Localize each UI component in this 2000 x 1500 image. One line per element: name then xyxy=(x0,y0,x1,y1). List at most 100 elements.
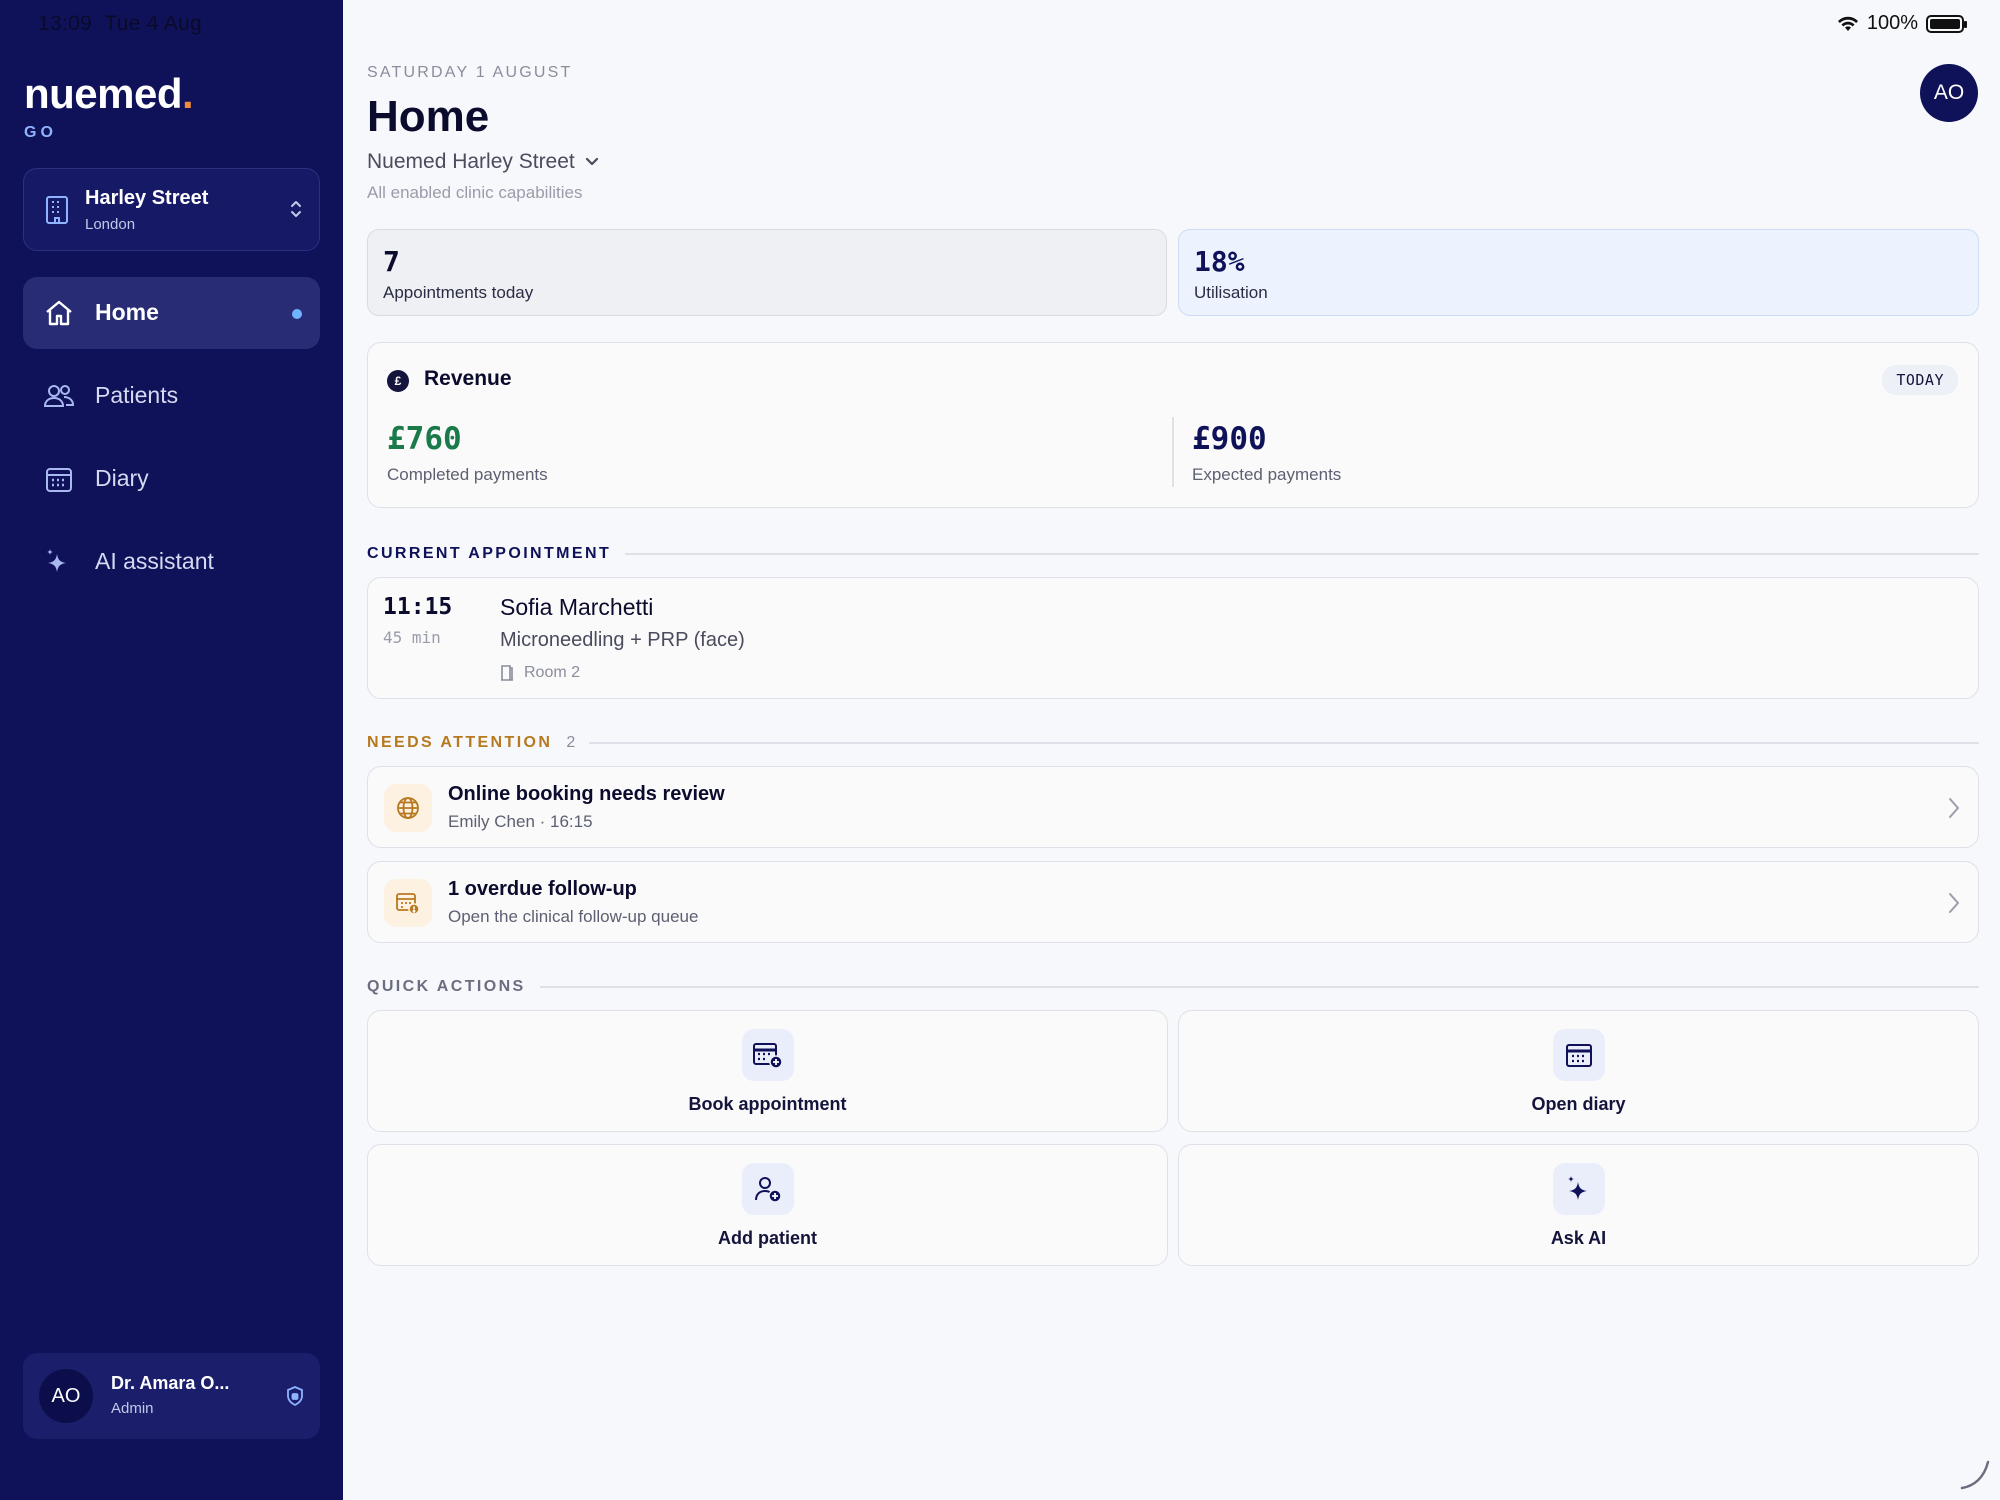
ask-ai-button[interactable]: Ask AI xyxy=(1178,1144,1979,1266)
user-name: Dr. Amara O... xyxy=(111,1373,230,1393)
attention-icon-box xyxy=(384,784,432,832)
stat-label: Appointments today xyxy=(383,283,534,302)
sidebar-item-label: Home xyxy=(95,299,159,325)
patient-name: Sofia Marchetti xyxy=(500,594,654,620)
section-current-appointment: CURRENT APPOINTMENT xyxy=(367,545,1979,563)
action-label: Open diary xyxy=(1531,1094,1626,1114)
completed-amount: £760 xyxy=(387,421,462,457)
sidebar-item-diary[interactable]: Diary xyxy=(23,443,320,515)
appointment-duration: 45 min xyxy=(383,628,441,647)
status-time: 13:09 Tue 4 Aug xyxy=(38,12,202,36)
stat-value: 18% xyxy=(1194,245,1245,278)
calendar-icon xyxy=(1565,1044,1592,1067)
chevron-down-icon xyxy=(585,157,598,166)
battery-percent: 100% xyxy=(1866,12,1918,34)
wifi-icon xyxy=(1837,16,1858,31)
expected-amount: £900 xyxy=(1192,421,1267,457)
globe-icon xyxy=(397,797,419,819)
status-date: Tue 4 Aug xyxy=(104,12,203,35)
treatment-name: Microneedling + PRP (face) xyxy=(500,629,745,651)
period-badge: TODAY xyxy=(1882,365,1958,395)
section-title: CURRENT APPOINTMENT xyxy=(367,545,612,562)
attention-subtitle: Open the clinical follow-up queue xyxy=(448,907,699,926)
calendar-plus-icon xyxy=(752,1043,783,1069)
page-title: Home xyxy=(367,92,490,141)
open-diary-button[interactable]: Open diary xyxy=(1178,1010,1979,1132)
attention-icon-box xyxy=(384,879,432,927)
clinic-name: Harley Street xyxy=(85,187,209,209)
action-label: Ask AI xyxy=(1550,1228,1607,1248)
status-bar-right: 100% xyxy=(1837,12,1967,35)
divider xyxy=(625,553,1979,555)
divider xyxy=(539,986,1979,988)
main-content: 100% SATURDAY 1 AUGUST Home Nuemed Harle… xyxy=(343,0,2000,1500)
current-appointment-card[interactable]: 11:15 45 min Sofia Marchetti Microneedli… xyxy=(367,577,1979,699)
sidebar-item-patients[interactable]: Patients xyxy=(23,360,320,432)
divider xyxy=(1172,417,1174,487)
brand-dot: . xyxy=(182,70,194,117)
section-title: NEEDS ATTENTION xyxy=(367,734,553,751)
stat-utilisation[interactable]: 18% Utilisation xyxy=(1178,229,1979,316)
stat-appointments-today[interactable]: 7 Appointments today xyxy=(367,229,1167,316)
sidebar-item-home[interactable]: Home xyxy=(23,277,320,349)
calendar-icon xyxy=(46,468,72,492)
action-icon-box xyxy=(741,1163,794,1215)
status-clock: 13:09 xyxy=(38,12,93,35)
sidebar-item-label: Diary xyxy=(95,465,149,491)
attention-item-overdue-follow-up[interactable]: 1 overdue follow-up Open the clinical fo… xyxy=(367,861,1979,943)
battery-icon xyxy=(1926,14,1967,33)
attention-count: 2 xyxy=(566,734,576,751)
shield-icon xyxy=(287,1386,303,1406)
divider xyxy=(589,742,1979,744)
location-dropdown[interactable]: Nuemed Harley Street xyxy=(367,150,599,174)
avatar: AO xyxy=(39,1369,93,1423)
door-icon xyxy=(501,665,513,681)
capabilities-note: All enabled clinic capabilities xyxy=(367,183,583,202)
sparkle-icon xyxy=(47,549,66,572)
appointment-time: 11:15 xyxy=(383,594,453,620)
user-role: Admin xyxy=(111,1400,154,1417)
brand-logo: nuemed. xyxy=(24,70,194,118)
chevron-right-icon xyxy=(1949,893,1959,913)
room-label: Room 2 xyxy=(524,664,581,681)
clinic-city: London xyxy=(85,216,136,233)
action-icon-box xyxy=(1552,1029,1605,1081)
corner-handle-icon xyxy=(1960,1460,1990,1490)
chevron-updown-icon xyxy=(291,201,301,217)
patients-icon xyxy=(43,385,75,407)
attention-title: 1 overdue follow-up xyxy=(448,878,637,900)
building-icon xyxy=(46,196,68,224)
sidebar-item-label: Patients xyxy=(95,382,179,408)
sparkle-icon xyxy=(1567,1176,1587,1200)
attention-title: Online booking needs review xyxy=(448,783,725,805)
action-label: Add patient xyxy=(718,1228,817,1248)
revenue-title: Revenue xyxy=(424,367,512,390)
action-label: Book appointment xyxy=(688,1094,847,1114)
attention-item-online-booking[interactable]: Online booking needs review Emily Chen ·… xyxy=(367,766,1979,848)
section-title: QUICK ACTIONS xyxy=(367,978,526,995)
calendar-alert-icon xyxy=(396,893,420,915)
account-avatar[interactable]: AO xyxy=(1920,64,1978,122)
expected-label: Expected payments xyxy=(1192,465,1342,484)
stat-value: 7 xyxy=(383,245,400,278)
action-icon-box xyxy=(1552,1163,1605,1215)
pound-icon: £ xyxy=(387,370,409,392)
sidebar-item-ai-assistant[interactable]: AI assistant xyxy=(23,526,320,598)
revenue-card: £ Revenue TODAY £760 Completed payments … xyxy=(367,342,1979,508)
active-indicator xyxy=(292,309,302,319)
book-appointment-button[interactable]: Book appointment xyxy=(367,1010,1168,1132)
clinic-switcher[interactable]: Harley Street London xyxy=(23,168,320,251)
brand-sub: GO xyxy=(24,124,57,141)
add-patient-button[interactable]: Add patient xyxy=(367,1144,1168,1266)
user-profile-card[interactable]: AO Dr. Amara O... Admin xyxy=(23,1353,320,1439)
completed-label: Completed payments xyxy=(387,465,548,484)
section-needs-attention: NEEDS ATTENTION 2 xyxy=(367,734,1979,752)
stat-label: Utilisation xyxy=(1194,283,1268,302)
room-info: Room 2 xyxy=(500,664,580,682)
attention-subtitle: Emily Chen · 16:15 xyxy=(448,812,593,831)
section-quick-actions: QUICK ACTIONS xyxy=(367,978,1979,996)
page-date: SATURDAY 1 AUGUST xyxy=(367,64,573,81)
sidebar-item-label: AI assistant xyxy=(95,548,214,574)
brand-name: nuemed xyxy=(24,70,183,117)
home-icon xyxy=(46,300,72,326)
